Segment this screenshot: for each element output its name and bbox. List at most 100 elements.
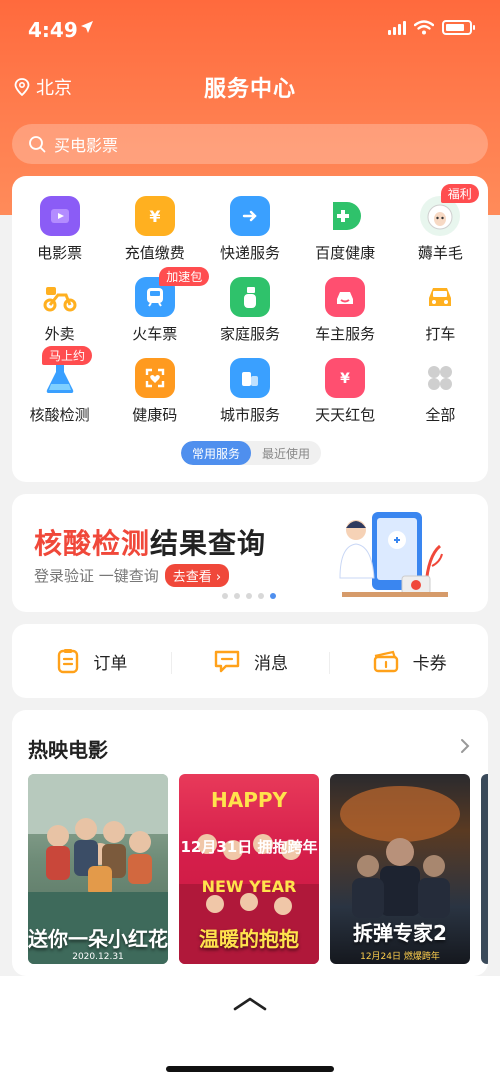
- banner-subtitle-row: 登录验证 一键查询 去查看 ›: [34, 564, 230, 587]
- city-service-icon: [229, 358, 270, 398]
- status-time: 4:49: [28, 18, 78, 42]
- banner-title: 核酸检测结果查询: [34, 522, 266, 562]
- service-city[interactable]: 城市服务: [202, 356, 297, 437]
- express-icon: [229, 196, 270, 236]
- service-home[interactable]: 家庭服务: [202, 275, 297, 356]
- service-label: 打车: [425, 325, 456, 343]
- service-label: 外卖: [44, 325, 75, 343]
- quick-links: 订单 消息 卡券: [12, 624, 488, 698]
- service-red-packet[interactable]: ¥ 天天红包: [298, 356, 393, 437]
- service-label: 全部: [425, 406, 456, 424]
- health-code-icon: [134, 358, 175, 398]
- movie-ticket-icon: [39, 196, 80, 236]
- tab-recent-used[interactable]: 最近使用: [251, 441, 321, 465]
- quick-coupons-label: 卡券: [412, 653, 447, 674]
- service-label: 充值缴费: [124, 244, 185, 262]
- service-sheep[interactable]: 薅羊毛 福利: [393, 184, 488, 275]
- services-toggle: 常用服务 最近使用: [181, 441, 321, 465]
- services-card: 电影票 ¥ 充值缴费 快递服务 百度健康 薅羊毛 福利 外卖 火车票 加速包 家…: [12, 176, 488, 482]
- service-baidu-health[interactable]: 百度健康: [298, 194, 393, 275]
- poster-title: 拆弹专家2: [353, 921, 447, 945]
- nav-bar: 北京 服务中心: [0, 66, 500, 110]
- car-owner-icon: [325, 277, 366, 317]
- page-title: 服务中心: [203, 77, 296, 102]
- taxi-icon: [420, 277, 461, 317]
- service-nucleic-test[interactable]: 核酸检测 马上约: [12, 346, 107, 437]
- order-icon: [58, 649, 79, 674]
- service-label: 天天红包: [315, 406, 376, 424]
- service-train[interactable]: 火车票 加速包: [107, 267, 210, 356]
- quick-messages[interactable]: 消息: [170, 648, 330, 674]
- movie-poster[interactable]: [481, 774, 488, 964]
- movie-poster[interactable]: 送你一朵小红花 2020.12.31: [28, 774, 168, 964]
- pagination-dot: [258, 593, 264, 599]
- banner-view-button[interactable]: 去查看 ›: [164, 564, 230, 587]
- service-label: 健康码: [132, 406, 178, 424]
- battery-icon: [442, 20, 475, 35]
- banner-title-rest: 结果查询: [150, 527, 267, 560]
- search-input[interactable]: 买电影票: [12, 124, 488, 164]
- status-bar: 4:49: [0, 0, 500, 58]
- scooter-icon: [39, 277, 80, 317]
- quick-coupons[interactable]: 卡券: [329, 648, 488, 674]
- pagination-dot: [246, 593, 252, 599]
- banner-pagination: [222, 593, 276, 599]
- svg-text:¥: ¥: [149, 207, 160, 226]
- banner-title-highlight: 核酸检测: [34, 527, 151, 560]
- services-grid: 电影票 ¥ 充值缴费 快递服务 百度健康 薅羊毛 福利 外卖 火车票 加速包 家…: [12, 184, 488, 437]
- service-car-owner[interactable]: 车主服务: [298, 275, 393, 356]
- movie-poster[interactable]: 拆弹专家2 12月24日 燃爆跨年: [330, 774, 470, 964]
- badge-book-now: 马上约: [42, 346, 93, 365]
- banner-view-label: 去查看: [172, 570, 212, 585]
- nucleic-test-banner[interactable]: 核酸检测结果查询 登录验证 一键查询 去查看 ›: [12, 494, 488, 612]
- service-taxi[interactable]: 打车: [393, 275, 488, 356]
- svg-text:NEW YEAR: NEW YEAR: [202, 877, 297, 896]
- pagination-dot: [222, 593, 228, 599]
- grid-all-icon: [420, 358, 461, 398]
- badge-welfare: 福利: [440, 184, 479, 203]
- service-recharge[interactable]: ¥ 充值缴费: [107, 194, 202, 275]
- service-takeout[interactable]: 外卖: [12, 275, 107, 356]
- poster-subtitle: 12月24日 燃爆跨年: [360, 952, 440, 962]
- service-label: 火车票: [132, 325, 178, 343]
- doctor-illustration-icon: [339, 512, 448, 597]
- home-indicator: [166, 1066, 334, 1072]
- chevron-up-icon[interactable]: [232, 996, 268, 1012]
- spray-bottle-icon: [229, 277, 270, 317]
- service-all[interactable]: 全部: [393, 356, 488, 437]
- poster-date: 12月31日 拥抱跨年: [180, 838, 318, 856]
- pagination-dot: [234, 593, 240, 599]
- poster-subtitle: 2020.12.31: [72, 952, 124, 962]
- poster-title: 送你一朵小红花: [28, 927, 168, 951]
- movie-poster[interactable]: NEW YEAR HAPPY 12月31日 拥抱跨年 温暖的抱抱: [179, 774, 319, 964]
- movies-title: 热映电影: [28, 738, 108, 762]
- message-icon: [214, 650, 240, 673]
- service-label: 电影票: [37, 244, 83, 262]
- svg-text:¥: ¥: [340, 371, 350, 387]
- coupon-icon: [373, 650, 398, 673]
- quick-orders-label: 订单: [93, 653, 128, 674]
- movies-section: 热映电影 送你一朵小红花 2020.12.31 NEW YEAR HAPPY 1…: [12, 710, 488, 976]
- posters-row: 送你一朵小红花 2020.12.31 NEW YEAR HAPPY 12月31日…: [28, 774, 488, 964]
- service-label: 百度健康: [315, 244, 376, 262]
- location-arrow-icon: [81, 21, 93, 33]
- health-cross-icon: [325, 196, 366, 236]
- chevron-right-icon[interactable]: [460, 738, 470, 754]
- search-icon: [29, 136, 46, 153]
- tab-common-services[interactable]: 常用服务: [181, 441, 251, 465]
- service-health-code[interactable]: 健康码: [107, 356, 202, 437]
- poster-title: 温暖的抱抱: [199, 927, 299, 951]
- quick-messages-label: 消息: [254, 653, 288, 674]
- pagination-dot: [270, 593, 276, 599]
- banner-subtitle: 登录验证 一键查询: [34, 567, 159, 585]
- service-label: 核酸检测: [29, 406, 90, 424]
- service-label: 车主服务: [315, 325, 376, 343]
- service-express[interactable]: 快递服务: [202, 194, 297, 275]
- signal-icon: [388, 20, 406, 35]
- service-label: 家庭服务: [219, 325, 280, 343]
- poster-headline: HAPPY: [210, 788, 287, 812]
- service-label: 薅羊毛: [417, 244, 463, 262]
- quick-orders[interactable]: 订单: [12, 647, 171, 675]
- service-movie-ticket[interactable]: 电影票: [12, 194, 107, 275]
- search-placeholder: 买电影票: [54, 136, 119, 155]
